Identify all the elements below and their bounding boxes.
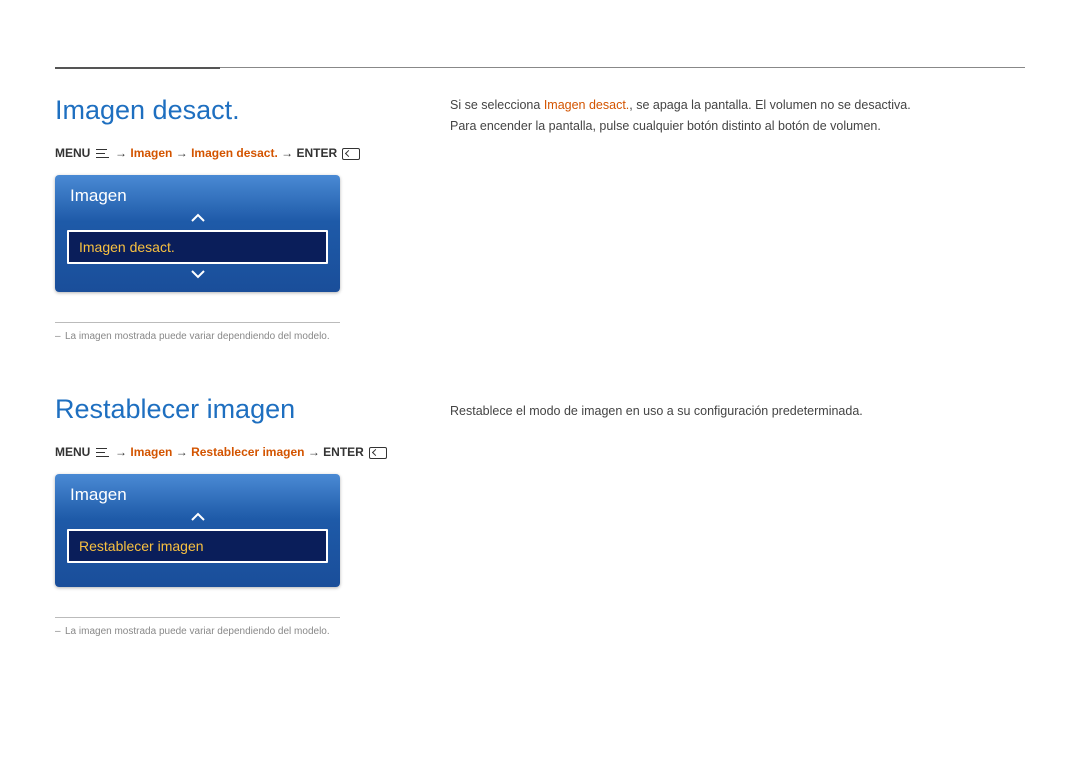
- breadcrumb-menu: MENU: [55, 445, 90, 459]
- breadcrumb-arrow: →: [281, 146, 293, 160]
- left-column: Imagen desact. MENU → Imagen → Imagen de…: [55, 95, 395, 637]
- menu-icon: [96, 149, 109, 159]
- enter-icon: [342, 148, 360, 160]
- breadcrumb-path2: Imagen desact.: [191, 146, 278, 160]
- menu-item-selected[interactable]: Restablecer imagen: [67, 529, 328, 563]
- section2-note: –La imagen mostrada puede variar dependi…: [55, 626, 395, 637]
- menu-panel-title: Imagen: [55, 474, 340, 511]
- section2-title: Restablecer imagen: [55, 394, 395, 425]
- breadcrumb-path2: Restablecer imagen: [191, 445, 304, 459]
- enter-icon: [369, 447, 387, 459]
- desc-highlight: Imagen desact.: [544, 98, 629, 112]
- desc-post: , se apaga la pantalla. El volumen no se…: [629, 98, 910, 112]
- breadcrumb-enter: ENTER: [296, 146, 337, 160]
- section1-breadcrumb: MENU → Imagen → Imagen desact. → ENTER: [55, 146, 395, 160]
- breadcrumb-arrow: →: [176, 445, 188, 459]
- desc-pre: Si se selecciona: [450, 98, 544, 112]
- section2-description: Restablece el modo de imagen en uso a su…: [450, 401, 1025, 422]
- section1-description-line2: Para encender la pantalla, pulse cualqui…: [450, 116, 1025, 137]
- breadcrumb-arrow: →: [115, 146, 127, 160]
- chevron-up-icon[interactable]: [55, 212, 340, 226]
- section2: Restablecer imagen MENU → Imagen → Resta…: [55, 394, 395, 637]
- breadcrumb-enter: ENTER: [323, 445, 364, 459]
- section2-breadcrumb: MENU → Imagen → Restablecer imagen → ENT…: [55, 445, 395, 459]
- note-text: La imagen mostrada puede variar dependie…: [65, 626, 330, 637]
- menu-icon: [96, 448, 109, 458]
- breadcrumb-arrow: →: [308, 445, 320, 459]
- chevron-down-icon[interactable]: [55, 268, 340, 282]
- note-text: La imagen mostrada puede variar dependie…: [65, 331, 330, 342]
- section1-description: Si se selecciona Imagen desact., se apag…: [450, 95, 1025, 116]
- note-divider: [55, 322, 340, 323]
- chevron-up-icon[interactable]: [55, 511, 340, 525]
- section1-menu-panel: Imagen Imagen desact.: [55, 175, 340, 292]
- section1-title: Imagen desact.: [55, 95, 395, 126]
- breadcrumb-arrow: →: [115, 445, 127, 459]
- breadcrumb-path1: Imagen: [130, 146, 172, 160]
- menu-panel-title: Imagen: [55, 175, 340, 212]
- right-column: Si se selecciona Imagen desact., se apag…: [450, 95, 1025, 422]
- menu-item-selected[interactable]: Imagen desact.: [67, 230, 328, 264]
- breadcrumb-arrow: →: [176, 146, 188, 160]
- breadcrumb-path1: Imagen: [130, 445, 172, 459]
- section2-menu-panel: Imagen Restablecer imagen: [55, 474, 340, 587]
- header-divider-accent: [55, 67, 220, 69]
- note-divider: [55, 617, 340, 618]
- section1-note: –La imagen mostrada puede variar dependi…: [55, 331, 395, 342]
- breadcrumb-menu: MENU: [55, 146, 90, 160]
